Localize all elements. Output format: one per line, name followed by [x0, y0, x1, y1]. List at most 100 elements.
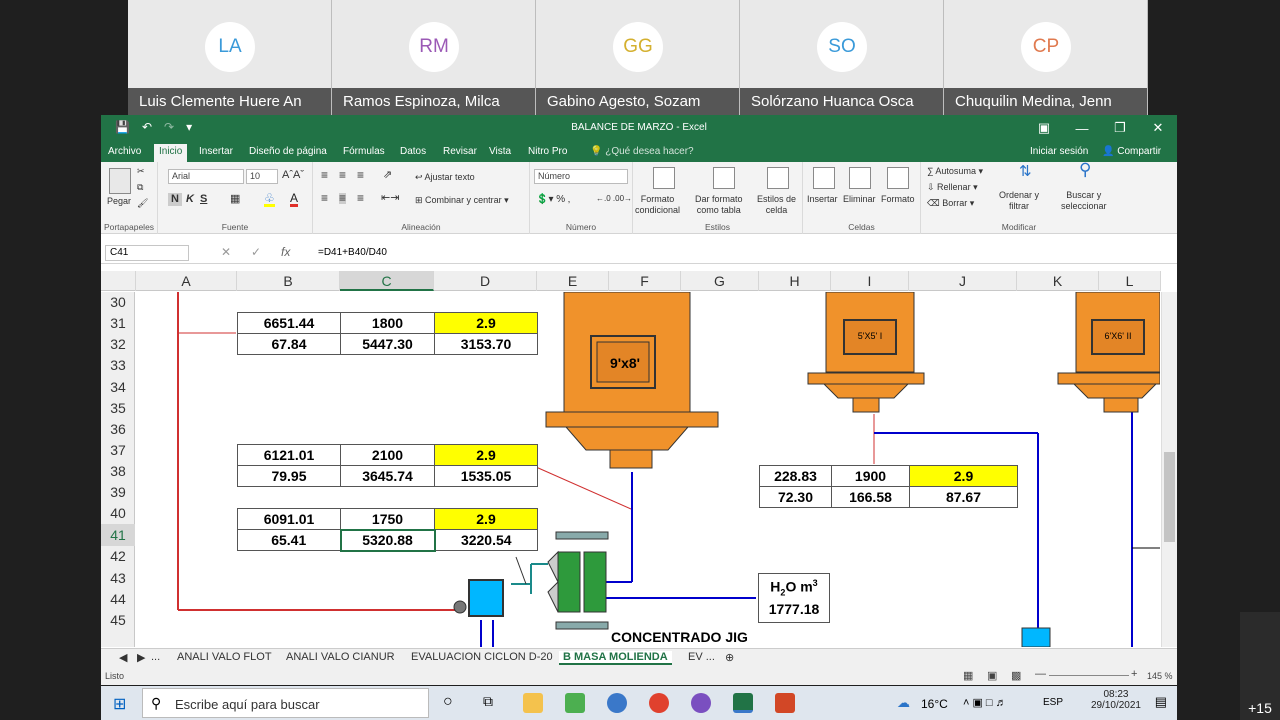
view-normal-icon[interactable]: ▦	[963, 669, 973, 682]
italic-button[interactable]: K	[186, 194, 194, 205]
row-header[interactable]: 32	[101, 334, 135, 355]
temperature[interactable]: 16°C	[921, 697, 948, 711]
row-header[interactable]: 39	[101, 482, 135, 503]
fill-color-icon[interactable]: ♧	[264, 192, 275, 207]
paste-icon[interactable]	[109, 168, 131, 194]
vertical-scrollbar[interactable]	[1161, 292, 1177, 647]
row-header[interactable]: 33	[101, 355, 135, 376]
tab-insertar[interactable]: Insertar	[194, 144, 238, 159]
tab-vista[interactable]: Vista	[484, 144, 516, 159]
column-header[interactable]: F	[609, 271, 681, 291]
column-header[interactable]: L	[1099, 271, 1161, 291]
conditional-format-button[interactable]: Formato condicional	[635, 194, 680, 216]
zoom-in-icon[interactable]: +	[1131, 668, 1137, 680]
cell[interactable]: 3153.70	[434, 333, 538, 355]
column-header[interactable]: J	[909, 271, 1017, 291]
participant-tile[interactable]: GG Gabino Agesto, Sozam	[536, 0, 740, 115]
cut-icon[interactable]: ✂	[137, 166, 145, 177]
worksheet-area[interactable]: 9'x8' 5'X5' I 6'X6' II 6651.44 1800 2.9 67…	[136, 292, 1160, 647]
indent-icon[interactable]: ⇤⇥	[381, 193, 399, 204]
tab-nitro[interactable]: Nitro Pro	[523, 144, 572, 159]
maximize-button[interactable]: ❐	[1101, 115, 1139, 141]
number-format-select[interactable]: Número	[534, 169, 628, 184]
delete-cells-button[interactable]: Eliminar	[843, 194, 876, 205]
format-table-button[interactable]: Dar formato como tabla	[695, 194, 743, 216]
tray-icons[interactable]: ˄ ▣ □ ♬	[963, 696, 1007, 709]
paste-button[interactable]: Pegar	[107, 196, 131, 207]
tab-diseno[interactable]: Diseño de página	[244, 144, 332, 159]
column-header[interactable]: I	[831, 271, 909, 291]
share-button[interactable]: 👤 Compartir	[1097, 144, 1166, 159]
wrap-text-button[interactable]: ↩ Ajustar texto	[415, 172, 475, 183]
chrome-icon[interactable]	[649, 693, 669, 713]
align-left-icon[interactable]: ≡	[321, 192, 328, 204]
clear-button[interactable]: ⌫ Borrar ▾	[927, 198, 974, 209]
format-cells-button[interactable]: Formato	[881, 194, 915, 205]
cell-styles-button[interactable]: Estilos de celda	[757, 194, 796, 216]
windows-start-icon[interactable]: ⊞	[113, 694, 126, 714]
tab-revisar[interactable]: Revisar	[438, 144, 482, 159]
zoom-slider[interactable]	[1049, 675, 1129, 676]
tell-me-box[interactable]: 💡 ¿Qué desea hacer?	[585, 144, 699, 159]
sheet-tab[interactable]: EVALUACION CICLON D-20	[407, 651, 557, 663]
format-painter-icon[interactable]: 🖌	[137, 198, 148, 209]
align-right-icon[interactable]: ≡	[357, 192, 364, 204]
column-header[interactable]: B	[237, 271, 340, 291]
copy-icon[interactable]: ⧉	[137, 182, 143, 193]
function-icon[interactable]: fx	[281, 245, 290, 259]
task-view-icon[interactable]: ⧉	[483, 693, 493, 710]
weather-icon[interactable]: ☁	[897, 695, 910, 711]
cell[interactable]: 3645.74	[340, 465, 435, 487]
sheet-tab-active[interactable]: B MASA MOLIENDA	[559, 651, 672, 665]
close-button[interactable]: ✕	[1139, 115, 1177, 141]
cell-styles-icon[interactable]	[767, 167, 789, 189]
borders-icon[interactable]: ▦	[230, 194, 240, 205]
row-header[interactable]: 44	[101, 589, 135, 610]
column-header[interactable]: D	[434, 271, 537, 291]
signin-link[interactable]: Iniciar sesión	[1025, 144, 1093, 159]
cell[interactable]: 1750	[340, 508, 435, 530]
cell[interactable]: 79.95	[237, 465, 341, 487]
cell[interactable]: 72.30	[759, 486, 832, 508]
cell[interactable]: 1535.05	[434, 465, 538, 487]
sort-filter-icon[interactable]: ⇅	[1019, 164, 1032, 179]
align-middle-icon[interactable]: ≡	[339, 169, 346, 181]
insert-cells-button[interactable]: Insertar	[807, 194, 838, 205]
tab-datos[interactable]: Datos	[395, 144, 431, 159]
sheet-tab[interactable]: ANALI VALO CIANUR	[282, 651, 399, 663]
column-header[interactable]: G	[681, 271, 759, 291]
more-participants-button[interactable]: +15	[1240, 612, 1280, 720]
font-name-select[interactable]: Arial	[168, 169, 244, 184]
font-color-icon[interactable]: A	[290, 192, 299, 207]
conditional-format-icon[interactable]	[653, 167, 675, 189]
row-header[interactable]: 30	[101, 292, 135, 312]
column-header[interactable]: E	[537, 271, 609, 291]
ribbon-display-icon[interactable]: ▣	[1025, 115, 1063, 141]
format-table-icon[interactable]	[713, 167, 735, 189]
grow-font-icon[interactable]: AˆAˇ	[282, 170, 304, 181]
zoom-level[interactable]: 145 %	[1147, 671, 1173, 681]
view-page-layout-icon[interactable]: ▣	[987, 669, 997, 682]
participant-tile[interactable]: SO Solórzano Huanca Osca	[740, 0, 944, 115]
browser-icon[interactable]	[607, 693, 627, 713]
cell[interactable]: 166.58	[831, 486, 910, 508]
sheet-tab[interactable]: ANALI VALO FLOT	[173, 651, 276, 663]
sheet-tab[interactable]: EV ...	[684, 651, 719, 663]
prev-sheet-icon[interactable]: ◀	[115, 651, 131, 664]
clock[interactable]: 08:23 29/10/2021	[1091, 689, 1141, 711]
cancel-icon[interactable]: ✕	[221, 245, 231, 259]
align-bottom-icon[interactable]: ≡	[357, 169, 364, 181]
cell[interactable]: 5447.30	[340, 333, 435, 355]
row-header[interactable]: 35	[101, 398, 135, 419]
scroll-thumb[interactable]	[1164, 452, 1175, 542]
font-size-select[interactable]: 10	[246, 169, 278, 184]
excel-icon[interactable]	[733, 693, 753, 713]
tab-inicio[interactable]: Inicio	[154, 144, 188, 162]
cell[interactable]: 6091.01	[237, 508, 341, 530]
cell[interactable]: 2.9	[434, 508, 538, 530]
cortana-icon[interactable]: ○	[443, 693, 453, 711]
selected-cell[interactable]: 5320.88	[339, 528, 436, 552]
add-sheet-icon[interactable]: ⊕	[721, 651, 738, 664]
decimal-icons[interactable]: ←.0 .00→	[596, 193, 632, 204]
file-explorer-icon[interactable]	[523, 693, 543, 713]
